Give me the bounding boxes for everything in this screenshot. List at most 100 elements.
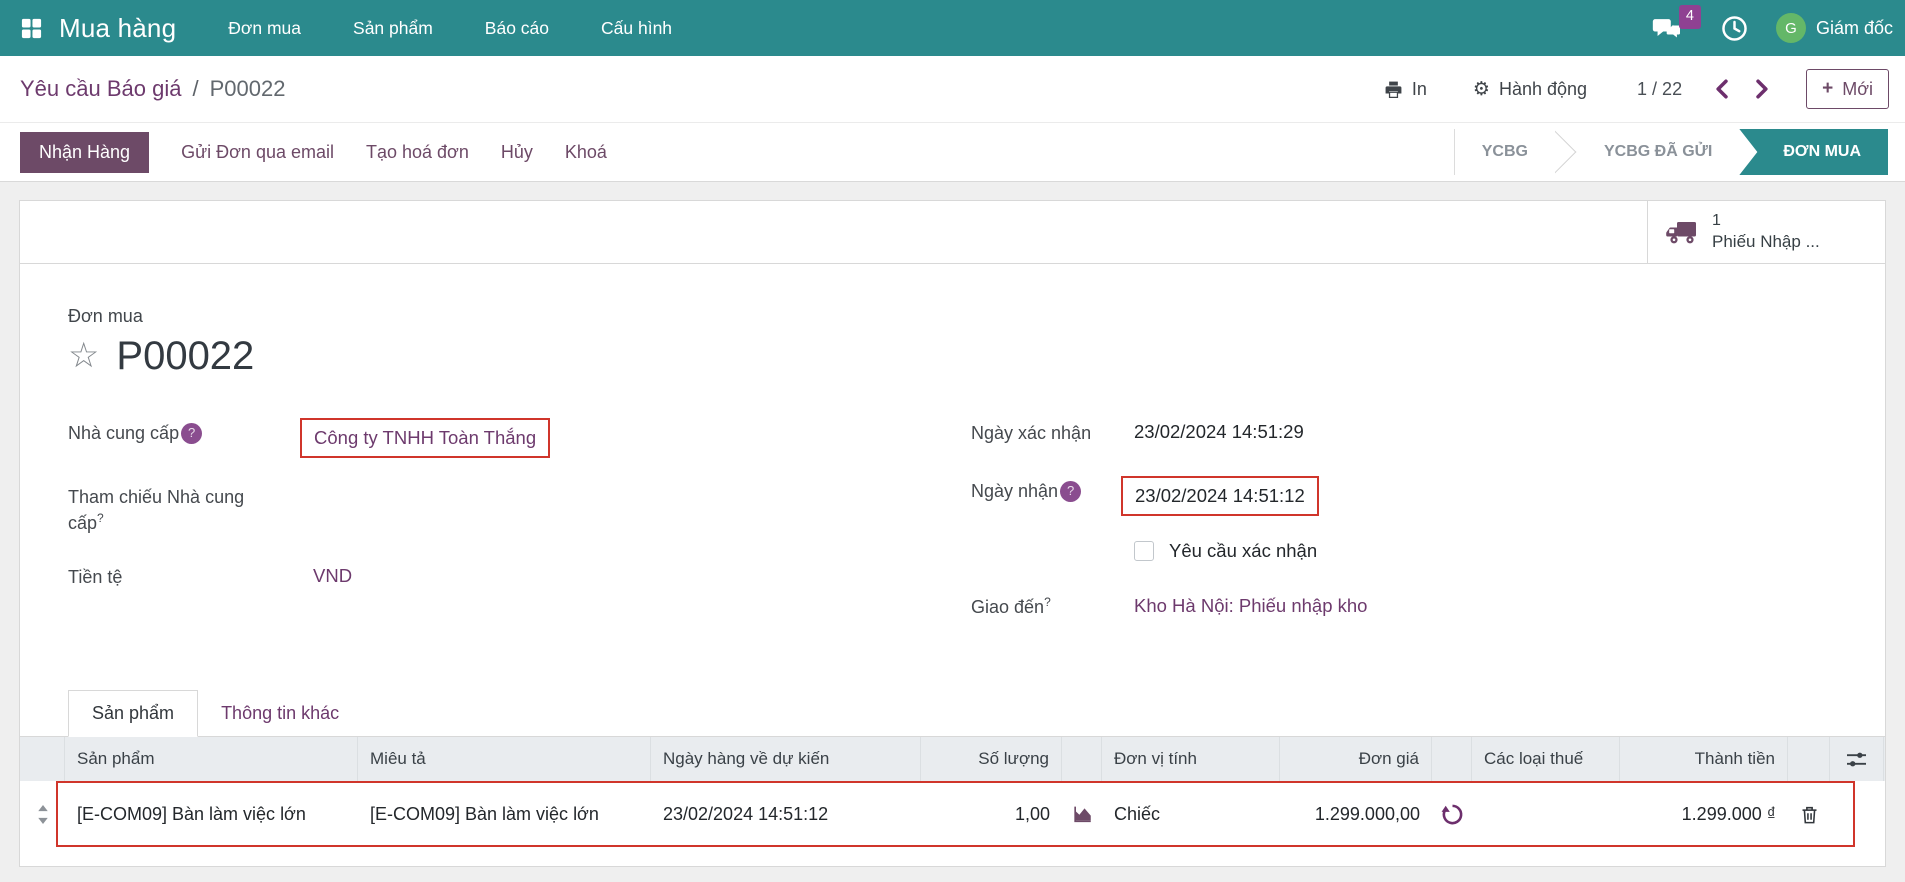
activities-clock-icon[interactable] (1721, 15, 1748, 42)
cell-scheduled-date[interactable]: 23/02/2024 14:51:12 (651, 804, 921, 825)
forecast-chart-icon[interactable] (1062, 803, 1102, 825)
field-ask-confirmation: Yêu cầu xác nhận (971, 540, 1837, 562)
help-superscript[interactable]: ? (1044, 595, 1051, 609)
help-badge-icon[interactable]: ? (1060, 481, 1082, 503)
status-step-don-mua-active[interactable]: ĐƠN MUA (1739, 129, 1888, 175)
menu-san-pham[interactable]: Sản phẩm (353, 12, 433, 45)
lock-button[interactable]: Khoá (565, 142, 607, 163)
top-navbar: Mua hàng Đơn mua Sản phẩm Báo cáo Cấu hì… (0, 0, 1905, 56)
pager-next-button[interactable] (1749, 75, 1776, 103)
header-subtotal[interactable]: Thành tiền (1620, 737, 1788, 782)
print-button[interactable]: In (1378, 78, 1433, 101)
message-count-badge: 4 (1678, 5, 1701, 29)
create-bill-button[interactable]: Tạo hoá đơn (366, 142, 469, 163)
supplier-value-annotated: Công ty TNHH Toàn Thắng (300, 418, 551, 458)
apps-grid-icon[interactable] (20, 17, 43, 40)
record-type-label: Đơn mua (68, 306, 143, 326)
order-line-row[interactable]: [E-COM09] Bàn làm việc lớn [E-COM09] Bàn… (20, 781, 1885, 848)
currency-link[interactable]: VND (313, 565, 352, 587)
step-chevron-separator (1555, 129, 1577, 175)
tab-san-pham[interactable]: Sản phẩm (68, 690, 199, 738)
supplier-ref-label: Tham chiếu Nhà cung cấp? (68, 487, 245, 534)
main-menu: Đơn mua Sản phẩm Báo cáo Cấu hình (228, 12, 672, 45)
cancel-button[interactable]: Hủy (501, 142, 533, 163)
breadcrumb-current: P00022 (209, 76, 286, 101)
handle-column-header (20, 737, 65, 782)
header-description[interactable]: Miêu tả (358, 737, 651, 782)
receive-products-button[interactable]: Nhận Hàng (20, 131, 150, 173)
deliver-to-label: Giao đến? (971, 595, 1051, 618)
sliders-icon (1845, 750, 1868, 769)
header-scheduled-date[interactable]: Ngày hàng về dự kiến (651, 737, 921, 782)
printer-icon (1384, 80, 1403, 99)
breadcrumb: Yêu cầu Báo giá / P00022 (20, 76, 285, 102)
price-history-icon[interactable] (1432, 803, 1472, 826)
optional-columns-button[interactable] (1830, 737, 1884, 782)
receive-date-label: Ngày nhận? (971, 476, 1134, 504)
pager-counter: 1 / 22 (1637, 78, 1683, 99)
ask-confirmation-label: Yêu cầu xác nhận (1169, 540, 1318, 562)
header-unit-price[interactable]: Đơn giá (1280, 737, 1432, 782)
field-deliver-to: Giao đến? Kho Hà Nội: Phiếu nhập kho (971, 592, 1837, 620)
header-quantity[interactable]: Số lượng (921, 737, 1062, 782)
cell-uom[interactable]: Chiếc (1102, 804, 1280, 825)
menu-cau-hinh[interactable]: Cấu hình (601, 12, 672, 45)
stat-label: Phiếu Nhập ... (1712, 232, 1820, 252)
chevron-right-icon (1755, 79, 1770, 99)
table-footer-links: Thêm sản phẩm Thêm phần Thêm ghi chú (20, 847, 1885, 866)
cell-subtotal[interactable]: 1.299.000 ₫ (1620, 804, 1788, 825)
plus-icon: + (1822, 78, 1834, 99)
currency-label: Tiền tệ (68, 567, 123, 588)
field-currency: Tiền tệ VND (68, 562, 971, 590)
receive-date-input[interactable]: 23/02/2024 14:51:12 (1135, 485, 1305, 506)
menu-don-mua[interactable]: Đơn mua (228, 12, 301, 45)
gear-icon: ⚙ (1472, 77, 1490, 100)
header-product[interactable]: Sản phẩm (65, 737, 358, 782)
ask-confirmation-checkbox[interactable] (1134, 541, 1154, 562)
app-title[interactable]: Mua hàng (59, 13, 176, 44)
status-step-ycbg-da-gui[interactable]: YCBG ĐÃ GỬI (1577, 129, 1739, 175)
actions-button[interactable]: ⚙ Hành động (1467, 78, 1593, 101)
breadcrumb-parent-link[interactable]: Yêu cầu Báo giá (20, 76, 181, 102)
form-sheet: 1 Phiếu Nhập ... Đơn mua ☆ P00022 Nhà cu… (19, 200, 1886, 867)
notebook-tabs: Sản phẩm Thông tin khác (20, 690, 1885, 738)
cell-description[interactable]: [E-COM09] Bàn làm việc lớn (358, 804, 651, 825)
stat-button-row: 1 Phiếu Nhập ... (20, 201, 1885, 264)
supplier-link[interactable]: Công ty TNHH Toàn Thắng (314, 427, 536, 448)
cell-product[interactable]: [E-COM09] Bàn làm việc lớn (65, 804, 358, 825)
supplier-label: Nhà cung cấp? (68, 418, 313, 446)
chevron-left-icon (1714, 79, 1729, 99)
help-badge-icon[interactable]: ? (181, 422, 203, 444)
field-supplier: Nhà cung cấp? Công ty TNHH Toàn Thắng (68, 418, 971, 458)
menu-bao-cao[interactable]: Báo cáo (485, 12, 549, 45)
statusbar: Nhận Hàng Gửi Đơn qua email Tạo hoá đơn … (0, 123, 1905, 182)
new-record-button[interactable]: + Mới (1806, 69, 1889, 109)
deliver-to-link[interactable]: Kho Hà Nội: Phiếu nhập kho (1134, 595, 1367, 617)
status-step-ycbg[interactable]: YCBG (1455, 129, 1555, 175)
header-taxes[interactable]: Các loại thuế (1472, 737, 1620, 782)
cell-unit-price[interactable]: 1.299.000,00 (1280, 804, 1432, 825)
user-menu[interactable]: G Giám đốc (1775, 13, 1893, 43)
help-superscript[interactable]: ? (97, 511, 104, 525)
tab-thong-tin-khac[interactable]: Thông tin khác (198, 691, 362, 736)
confirm-date-label: Ngày xác nhận (971, 423, 1092, 443)
header-uom[interactable]: Đơn vị tính (1102, 737, 1280, 782)
messages-icon[interactable]: 4 (1652, 5, 1701, 43)
receive-date-value-annotated: 23/02/2024 14:51:12 (1121, 476, 1319, 517)
send-by-email-button[interactable]: Gửi Đơn qua email (181, 142, 334, 163)
field-confirm-date: Ngày xác nhận 23/02/2024 14:51:29 (971, 418, 1837, 446)
status-pipeline: YCBG YCBG ĐÃ GỬI ĐƠN MUA (1453, 129, 1888, 175)
confirm-date-value: 23/02/2024 14:51:29 (1134, 421, 1304, 443)
favorite-star-icon[interactable]: ☆ (68, 338, 99, 374)
delete-line-button[interactable] (1788, 804, 1830, 825)
header-trash-spacer (1788, 737, 1830, 782)
drag-handle-icon[interactable] (20, 804, 65, 824)
cell-quantity[interactable]: 1,00 (921, 804, 1062, 825)
header-forecast-spacer (1062, 737, 1102, 782)
receipt-stat-button[interactable]: 1 Phiếu Nhập ... (1647, 201, 1885, 263)
pager-previous-button[interactable] (1708, 75, 1735, 103)
truck-icon (1665, 219, 1699, 246)
field-receive-date: Ngày nhận? 23/02/2024 14:51:12 (971, 476, 1837, 517)
breadcrumb-separator: / (192, 76, 199, 101)
